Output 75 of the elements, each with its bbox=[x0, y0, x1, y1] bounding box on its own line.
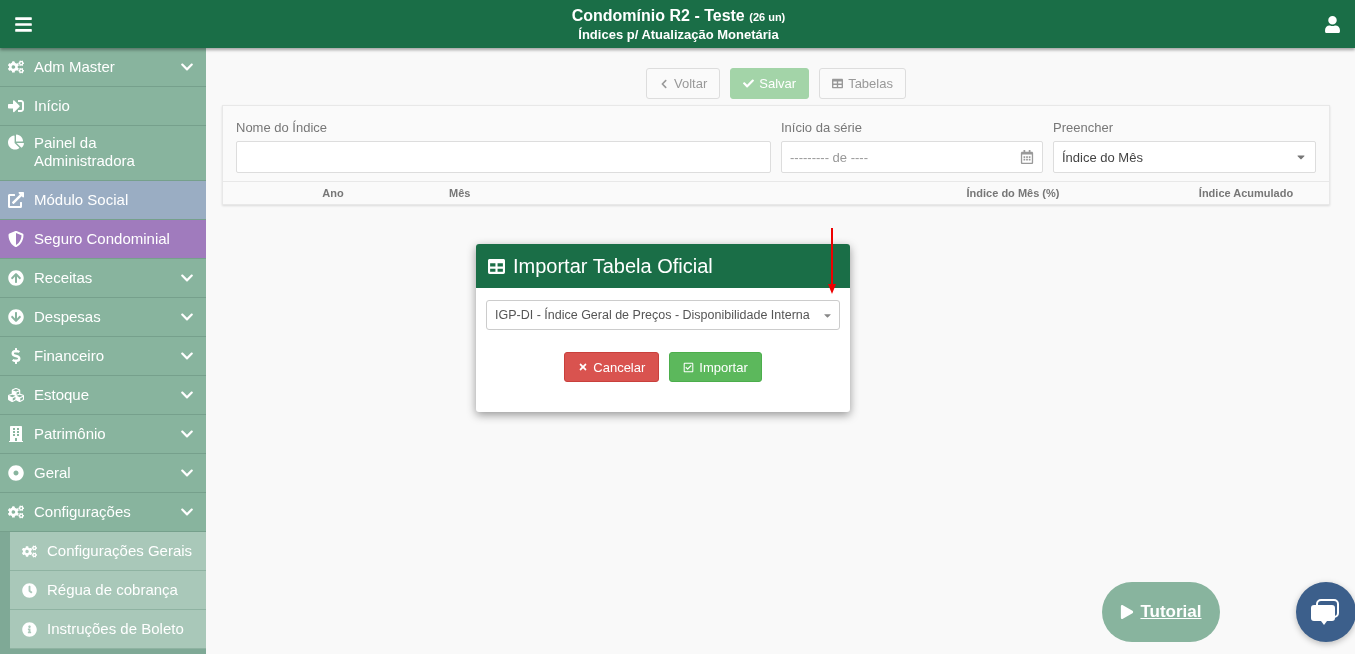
sidebar-item[interactable]: Financeiro bbox=[0, 337, 206, 376]
sidebar-item[interactable]: Configurações bbox=[0, 493, 206, 532]
shield-icon bbox=[8, 231, 24, 247]
submenu-label: Instruções de Boleto bbox=[47, 620, 185, 638]
condo-title: Condomínio R2 - Teste (26 un) bbox=[571, 5, 786, 26]
sidebar-item[interactable]: Adm Master bbox=[0, 48, 206, 87]
chat-button[interactable] bbox=[1296, 582, 1355, 642]
gears-icon bbox=[8, 504, 24, 520]
sidebar-item[interactable]: Geral bbox=[0, 454, 206, 493]
table-icon bbox=[832, 78, 844, 89]
sidebar-label: Início bbox=[34, 97, 71, 115]
gears-icon bbox=[8, 59, 24, 75]
submenu-label: Régua de cobrança bbox=[47, 581, 179, 599]
sidebar-label: Módulo Social bbox=[34, 191, 130, 209]
cancel-button[interactable]: Cancelar bbox=[564, 352, 660, 382]
menu-icon[interactable] bbox=[14, 14, 33, 34]
sidebar-item[interactable]: Receitas bbox=[0, 259, 206, 298]
name-input[interactable] bbox=[236, 141, 771, 173]
fill-select[interactable]: Índice do Mês bbox=[1053, 141, 1316, 173]
chat-bubble-icon bbox=[1311, 597, 1341, 627]
sidebar-item[interactable]: Módulo Social bbox=[0, 181, 206, 220]
column-header: Índice Acumulado bbox=[1197, 187, 1295, 199]
table-icon bbox=[488, 257, 505, 275]
back-button[interactable]: Voltar bbox=[646, 68, 721, 99]
field-label: Início da série bbox=[781, 120, 863, 135]
checkbox-icon bbox=[683, 361, 695, 373]
target-icon bbox=[8, 465, 24, 481]
submenu-item[interactable]: Configurações Gerais bbox=[10, 532, 206, 571]
dialog-title: Importar Tabela Oficial bbox=[513, 254, 713, 278]
sidebar-label: Painel da Administradora bbox=[34, 134, 136, 170]
sidebar-label: Geral bbox=[34, 464, 72, 482]
date-input[interactable]: --------- de ---- bbox=[781, 141, 1043, 173]
sidebar-item[interactable]: Estoque bbox=[0, 376, 206, 415]
external-link-icon bbox=[8, 192, 24, 208]
sidebar-label: Financeiro bbox=[34, 347, 106, 365]
user-icon[interactable] bbox=[1324, 15, 1341, 33]
index-select[interactable]: IGP-DI - Índice Geral de Preços - Disponibilidade Interna bbox=[486, 300, 840, 330]
sidebar-label: Despesas bbox=[34, 308, 102, 326]
clock-icon bbox=[22, 582, 37, 598]
submenu-item[interactable]: Instruções de Boleto bbox=[10, 610, 206, 649]
table-button[interactable]: Tabelas bbox=[819, 68, 906, 99]
submenu-item[interactable]: Régua de cobrança bbox=[10, 571, 206, 610]
import-button[interactable]: Importar bbox=[669, 352, 762, 382]
tutorial-button[interactable]: Tutorial bbox=[1102, 582, 1220, 642]
sidebar-item[interactable]: Painel da Administradora bbox=[0, 126, 206, 181]
pie-chart-icon bbox=[8, 134, 24, 150]
sidebar-label: Receitas bbox=[34, 269, 94, 287]
sidebar-item[interactable]: Patrimônio bbox=[0, 415, 206, 454]
gears-icon bbox=[22, 543, 37, 559]
sidebar-label: Estoque bbox=[34, 386, 91, 404]
column-header: Ano bbox=[321, 187, 345, 199]
play-icon bbox=[1120, 605, 1135, 619]
sidebar-label: Seguro Condominial bbox=[34, 230, 171, 248]
field-label: Preencher bbox=[1053, 120, 1114, 135]
submenu-label: Configurações Gerais bbox=[47, 542, 194, 560]
field-label: Nome do Índice bbox=[236, 120, 329, 135]
building-icon bbox=[8, 426, 24, 442]
close-icon bbox=[578, 362, 589, 372]
check-icon bbox=[743, 78, 755, 89]
calendar-icon bbox=[1020, 150, 1034, 164]
page-subtitle: Índices p/ Atualização Monetária bbox=[578, 26, 779, 43]
save-button[interactable]: Salvar bbox=[730, 68, 810, 99]
sidebar-item[interactable]: Início bbox=[0, 87, 206, 126]
chevron-left-icon bbox=[659, 78, 670, 89]
sign-in-icon bbox=[8, 98, 24, 114]
arrow-annotation bbox=[828, 228, 836, 294]
sidebar-item[interactable]: Seguro Condominial bbox=[0, 220, 206, 259]
sidebar-label: Configurações bbox=[34, 503, 132, 521]
info-icon bbox=[22, 621, 37, 637]
sidebar-label: Patrimônio bbox=[34, 425, 107, 443]
sidebar-label: Adm Master bbox=[34, 58, 116, 76]
column-header: Índice do Mês (%) bbox=[965, 187, 1061, 199]
column-header: Mês bbox=[448, 187, 472, 199]
sidebar-item[interactable]: Despesas bbox=[0, 298, 206, 337]
cubes-icon bbox=[8, 387, 24, 403]
